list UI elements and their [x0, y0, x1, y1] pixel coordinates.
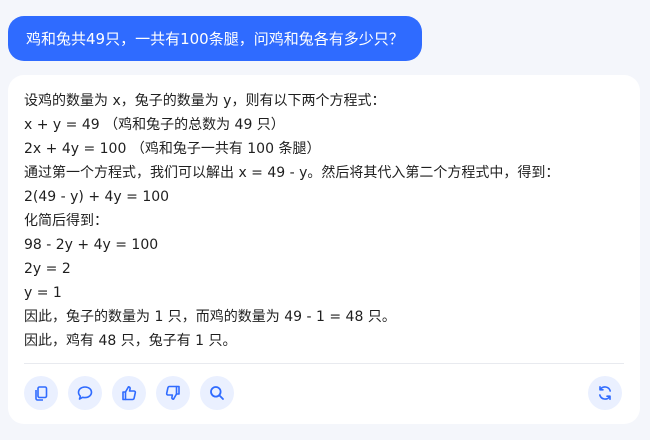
answer-line: 2y = 2 [24, 261, 71, 277]
regenerate-button[interactable] [588, 376, 622, 410]
user-question-text: 鸡和兔共49只，一共有100条腿，问鸡和兔各有多少只？ [26, 30, 404, 48]
assistant-answer-card: 设鸡的数量为 x，兔子的数量为 y，则有以下两个方程式： x + y = 49 … [8, 75, 640, 424]
search-button[interactable] [200, 376, 234, 410]
answer-line: 设鸡的数量为 x，兔子的数量为 y，则有以下两个方程式： [24, 93, 386, 109]
thumbs-up-icon [120, 384, 138, 402]
answer-line: 化简后得到： [24, 213, 108, 229]
thumbs-down-icon [164, 384, 182, 402]
refresh-icon [596, 384, 614, 402]
answer-line: y = 1 [24, 285, 62, 301]
search-icon [208, 384, 226, 402]
answer-content: 设鸡的数量为 x，兔子的数量为 y，则有以下两个方程式： x + y = 49 … [24, 89, 628, 353]
answer-line: x + y = 49 （鸡和兔子的总数为 49 只） [24, 117, 285, 133]
chat-bubble-icon [76, 384, 94, 402]
answer-line: 2(49 - y) + 4y = 100 [24, 189, 170, 205]
user-question-bubble: 鸡和兔共49只，一共有100条腿，问鸡和兔各有多少只？ [8, 16, 422, 61]
like-button[interactable] [112, 376, 146, 410]
copy-icon [32, 384, 50, 402]
answer-line: 通过第一个方程式，我们可以解出 x = 49 - y。然后将其代入第二个方程式中… [24, 165, 560, 181]
answer-line: 98 - 2y + 4y = 100 [24, 237, 159, 253]
actions-divider [24, 363, 624, 364]
answer-line: 2x + 4y = 100 （鸡和兔子一共有 100 条腿） [24, 141, 321, 157]
comment-button[interactable] [68, 376, 102, 410]
answer-line: 因此，鸡有 48 只，兔子有 1 只。 [24, 333, 237, 349]
answer-line: 因此，兔子的数量为 1 只，而鸡的数量为 49 - 1 = 48 只。 [24, 309, 396, 325]
dislike-button[interactable] [156, 376, 190, 410]
copy-button[interactable] [24, 376, 58, 410]
